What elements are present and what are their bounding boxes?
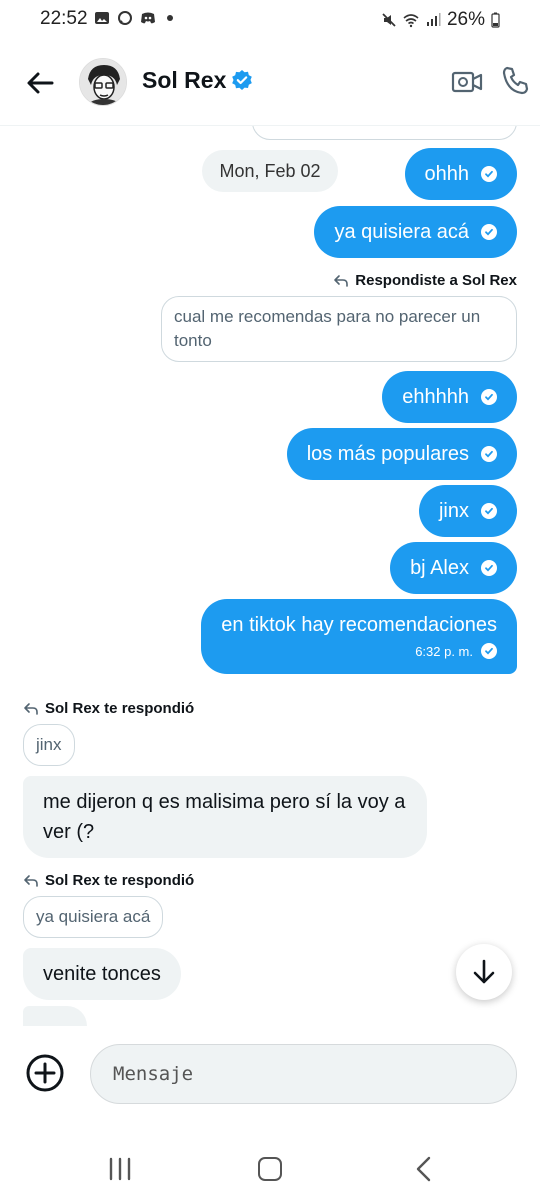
reply-context-label: Sol Rex te respondió: [23, 872, 194, 889]
read-check-icon: [481, 389, 497, 405]
message-text: ehhhhh: [402, 385, 469, 408]
reply-arrow-icon: [24, 874, 38, 887]
conversation-header: Sol Rex: [0, 40, 540, 126]
reply-arrow-icon: [24, 702, 38, 715]
message-timestamp: 6:32 p. m.: [415, 643, 473, 659]
date-separator: Mon, Feb 02: [202, 150, 338, 192]
recent-apps-icon[interactable]: [107, 1157, 133, 1181]
incoming-message-partial: [23, 1006, 87, 1026]
quoted-message[interactable]: ya quisiera acá: [23, 896, 164, 938]
reply-label-text: Respondiste a Sol Rex: [355, 272, 517, 289]
signal-icon: [426, 13, 441, 26]
quoted-message[interactable]: jinx: [23, 724, 75, 766]
quoted-text: jinx: [36, 735, 62, 754]
outgoing-message[interactable]: en tiktok hay recomendaciones 6:32 p. m.: [201, 599, 517, 674]
chat-icon: [118, 11, 132, 25]
read-check-icon: [481, 224, 497, 240]
read-check-icon: [481, 643, 497, 659]
phone-icon[interactable]: [500, 65, 532, 97]
reply-arrow-icon: [334, 274, 349, 287]
notification-icons: [94, 10, 173, 26]
read-check-icon: [481, 446, 497, 462]
video-call-icon[interactable]: [451, 67, 483, 97]
outgoing-message[interactable]: ya quisiera acá: [314, 206, 517, 258]
quoted-text: ya quisiera acá: [36, 907, 151, 926]
wifi-icon: [403, 14, 419, 28]
reply-label-text: Sol Rex te respondió: [45, 700, 195, 717]
outgoing-message[interactable]: bj Alex: [390, 542, 517, 594]
message-list[interactable]: Mon, Feb 02 ohhh ya quisiera acá Respond…: [0, 126, 540, 1026]
message-text: ohhh: [424, 162, 470, 185]
verified-badge-icon: [232, 70, 252, 90]
message-input[interactable]: Mensaje: [90, 1044, 517, 1104]
battery-icon: [491, 12, 500, 28]
nav-back-icon[interactable]: [414, 1156, 432, 1182]
status-time: 22:52: [40, 8, 88, 29]
message-text: los más populares: [306, 442, 469, 465]
system-icons: 26%: [381, 9, 500, 31]
message-text: jinx: [438, 499, 469, 522]
read-check-icon: [481, 503, 497, 519]
system-navigation-bar: [0, 1140, 540, 1200]
message-text: venite tonces: [43, 962, 161, 985]
message-text: en tiktok hay recomendaciones: [221, 614, 497, 636]
mute-icon: [382, 13, 396, 27]
outgoing-message[interactable]: jinx: [418, 485, 517, 537]
back-arrow-icon[interactable]: [24, 67, 56, 99]
gallery-icon: [95, 12, 109, 24]
message-text: me dijeron q es malisima pero sí la voy …: [43, 791, 406, 843]
outgoing-message[interactable]: ehhhhh: [382, 371, 517, 423]
read-check-icon: [481, 166, 497, 182]
battery-percent: 26%: [446, 9, 485, 30]
outgoing-message[interactable]: los más populares: [286, 428, 517, 480]
home-button-icon[interactable]: [258, 1157, 282, 1181]
avatar-image: [80, 59, 126, 105]
message-text: ya quisiera acá: [334, 220, 469, 243]
read-check-icon: [481, 560, 497, 576]
message-text: bj Alex: [410, 556, 469, 579]
quoted-message[interactable]: cual me recomendas para no parecer un to…: [161, 296, 517, 362]
reply-context-label: Respondiste a Sol Rex: [333, 272, 517, 289]
status-bar: 22:52 26%: [0, 0, 540, 40]
partial-message-bubble: [252, 126, 517, 140]
scroll-to-bottom-button[interactable]: [456, 944, 512, 1000]
arrow-down-icon: [473, 959, 495, 984]
message-meta: 6:32 p. m.: [221, 643, 497, 659]
quoted-text: cual me recomendas para no parecer un to…: [174, 307, 481, 350]
reply-label-text: Sol Rex te respondió: [45, 872, 195, 889]
incoming-message[interactable]: venite tonces: [23, 948, 181, 1000]
dot-icon: [167, 15, 173, 21]
incoming-message[interactable]: me dijeron q es malisima pero sí la voy …: [23, 776, 427, 858]
avatar[interactable]: [79, 58, 127, 106]
outgoing-message[interactable]: ohhh: [404, 148, 517, 200]
reply-context-label: Sol Rex te respondió: [23, 700, 194, 717]
add-media-icon[interactable]: [24, 1052, 66, 1094]
discord-icon: [141, 12, 155, 24]
contact-name[interactable]: Sol Rex: [142, 67, 226, 94]
message-composer: Mensaje: [0, 1026, 540, 1126]
